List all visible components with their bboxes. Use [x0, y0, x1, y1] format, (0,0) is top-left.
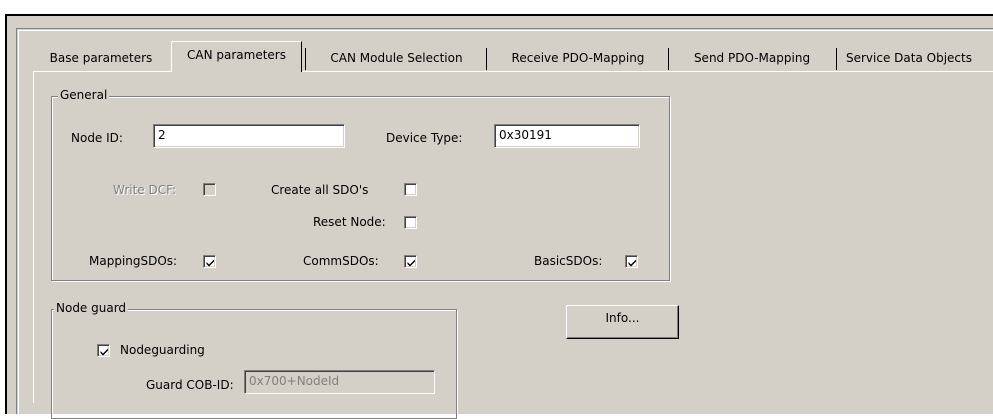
reset-node-checkbox[interactable] [404, 216, 417, 229]
reset-node-label: Reset Node: [313, 215, 386, 229]
basic-sdos-label: BasicSDOs: [534, 254, 603, 268]
comm-sdos-label: CommSDOs: [303, 254, 379, 268]
tab-can-parameters[interactable]: CAN parameters [171, 41, 302, 72]
create-all-sdos-label: Create all SDO's [271, 183, 369, 197]
checkmark-icon [100, 348, 108, 356]
tab-service-data-objects[interactable]: Service Data Objects [846, 47, 993, 72]
tab-receive-pdo-mapping[interactable]: Receive PDO-Mapping [490, 47, 666, 72]
general-legend: General [58, 88, 110, 102]
guard-cob-id-input[interactable]: 0x700+NodeId [244, 370, 435, 394]
tab-separator [668, 48, 669, 70]
checkmark-icon [407, 259, 415, 267]
device-type-input[interactable]: 0x30191 [494, 124, 640, 148]
device-type-label: Device Type: [386, 131, 463, 145]
node-guard-legend: Node guard [54, 301, 129, 315]
info-button-label: Info... [605, 311, 640, 325]
tab-label: CAN Module Selection [330, 51, 463, 65]
write-dcf-label: Write DCF: [113, 183, 177, 197]
tab-send-pdo-mapping[interactable]: Send PDO-Mapping [672, 47, 832, 72]
mapping-sdos-checkbox[interactable] [203, 255, 216, 268]
node-id-label: Node ID: [71, 131, 123, 145]
tab-label: Service Data Objects [846, 51, 972, 65]
tab-separator [305, 48, 306, 70]
nodeguarding-label: Nodeguarding [120, 343, 205, 357]
basic-sdos-checkbox[interactable] [625, 255, 638, 268]
tab-label: Send PDO-Mapping [693, 51, 811, 65]
guard-cob-id-label: Guard COB-ID: [146, 378, 234, 392]
checkmark-icon [206, 259, 214, 267]
tab-can-module-selection[interactable]: CAN Module Selection [309, 47, 484, 72]
info-button[interactable]: Info... [566, 305, 679, 339]
tab-separator [836, 48, 837, 70]
node-id-input[interactable]: 2 [153, 124, 345, 148]
nodeguarding-checkbox[interactable] [97, 344, 110, 357]
tab-panel-left-edge [33, 71, 34, 403]
write-dcf-checkbox[interactable] [203, 183, 216, 196]
mapping-sdos-label: MappingSDOs: [89, 254, 178, 268]
tab-base-parameters[interactable]: Base parameters [36, 47, 166, 72]
tab-separator [486, 48, 487, 70]
tab-label: Receive PDO-Mapping [511, 51, 645, 65]
tab-label: Base parameters [49, 51, 153, 65]
create-all-sdos-checkbox[interactable] [404, 183, 417, 196]
comm-sdos-checkbox[interactable] [404, 255, 417, 268]
top-strip [0, 0, 993, 14]
checkmark-icon [628, 259, 636, 267]
tab-label: CAN parameters [187, 48, 286, 62]
